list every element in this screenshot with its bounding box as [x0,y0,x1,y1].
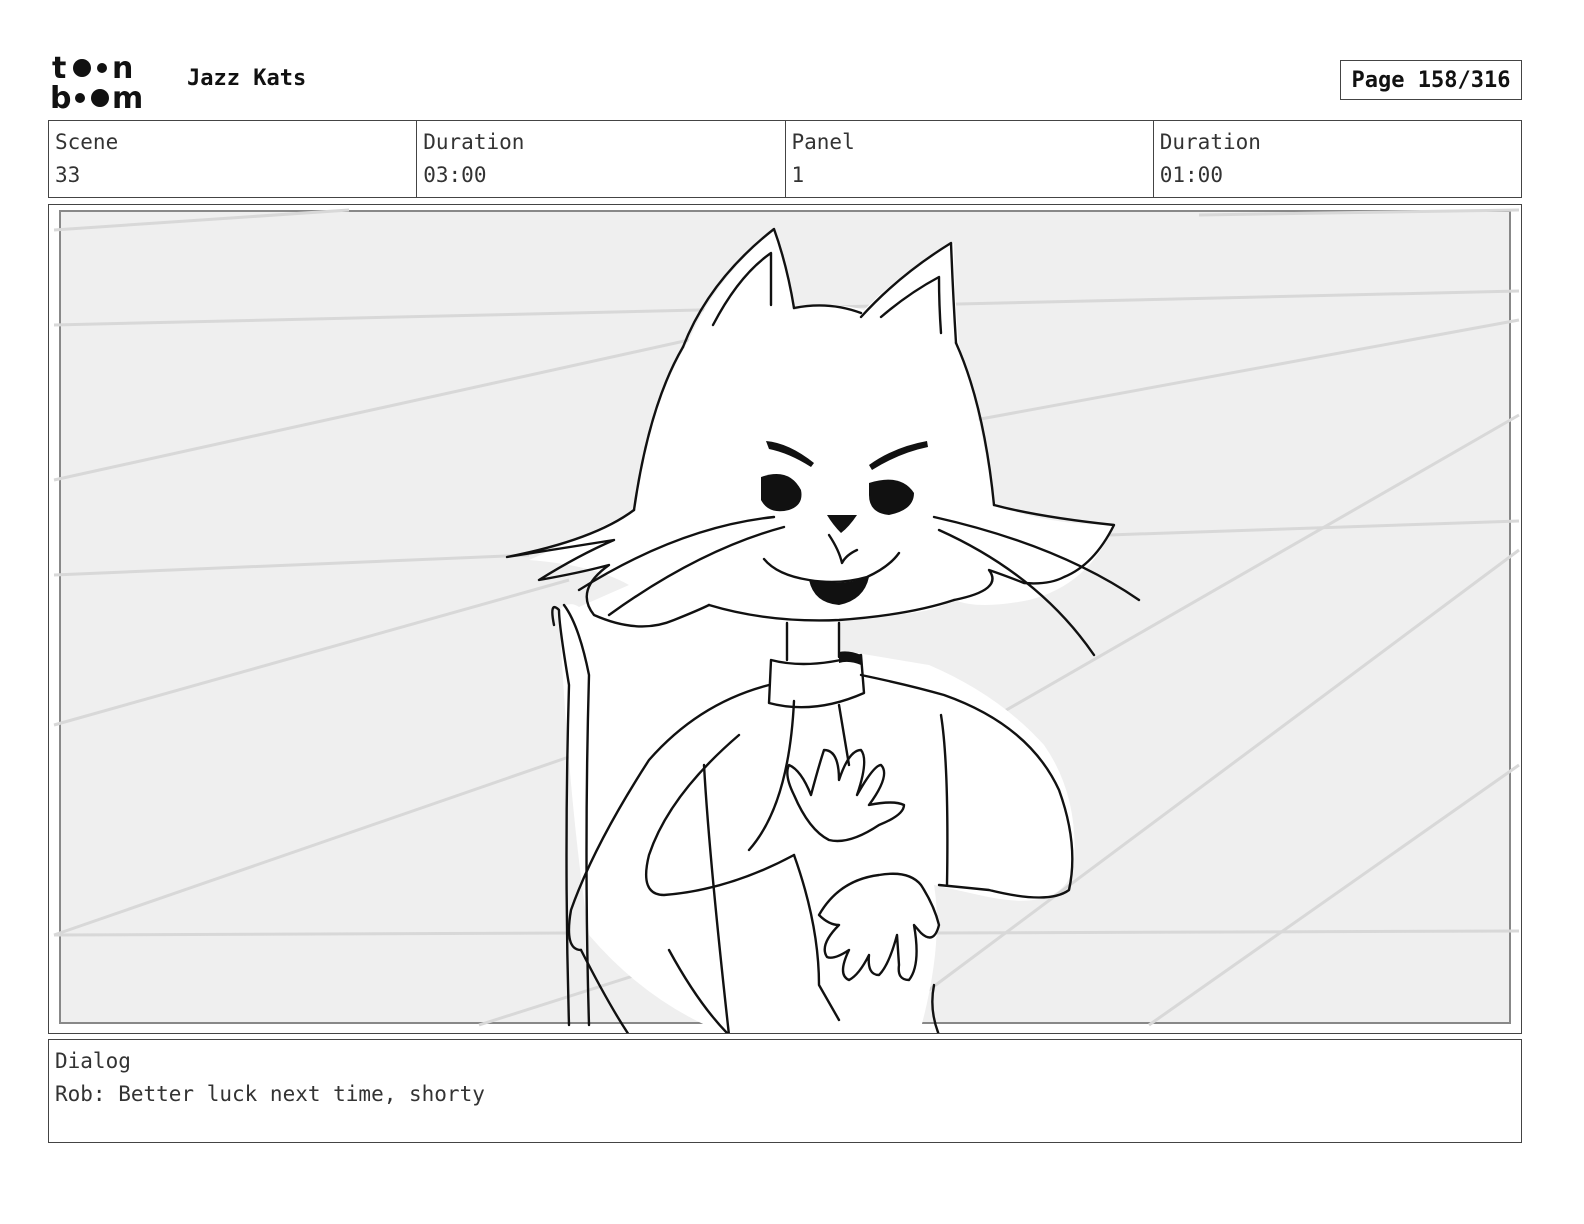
scene-duration-value: 03:00 [423,163,487,187]
svg-text:m: m [112,81,143,112]
dialog-label: Dialog [55,1049,131,1073]
scene-cell: Scene 33 [49,121,418,197]
cat-character-drawing [49,205,1521,1033]
scene-duration-cell: Duration 03:00 [417,121,786,197]
panel-cell: Panel 1 [786,121,1154,197]
dialog-box: Dialog Rob: Better luck next time, short… [48,1039,1522,1143]
scene-info-table: Scene 33 Duration 03:00 Panel 1 Duration… [48,120,1522,198]
scene-duration-label: Duration [423,130,525,154]
scene-value: 33 [55,163,81,187]
panel-duration-cell: Duration 01:00 [1154,121,1521,197]
toonboom-logo: t n b m [50,50,166,116]
panel-label: Panel [791,130,855,154]
page-indicator: Page 158/316 [1340,60,1522,100]
panel-duration-label: Duration [1159,130,1261,154]
panel-duration-value: 01:00 [1159,163,1223,187]
scene-label: Scene [55,130,119,154]
svg-text:b: b [50,81,71,112]
storyboard-panel [48,204,1522,1034]
panel-value: 1 [791,163,805,187]
dialog-text: Rob: Better luck next time, shorty [55,1082,485,1106]
project-title: Jazz Kats [187,66,307,91]
